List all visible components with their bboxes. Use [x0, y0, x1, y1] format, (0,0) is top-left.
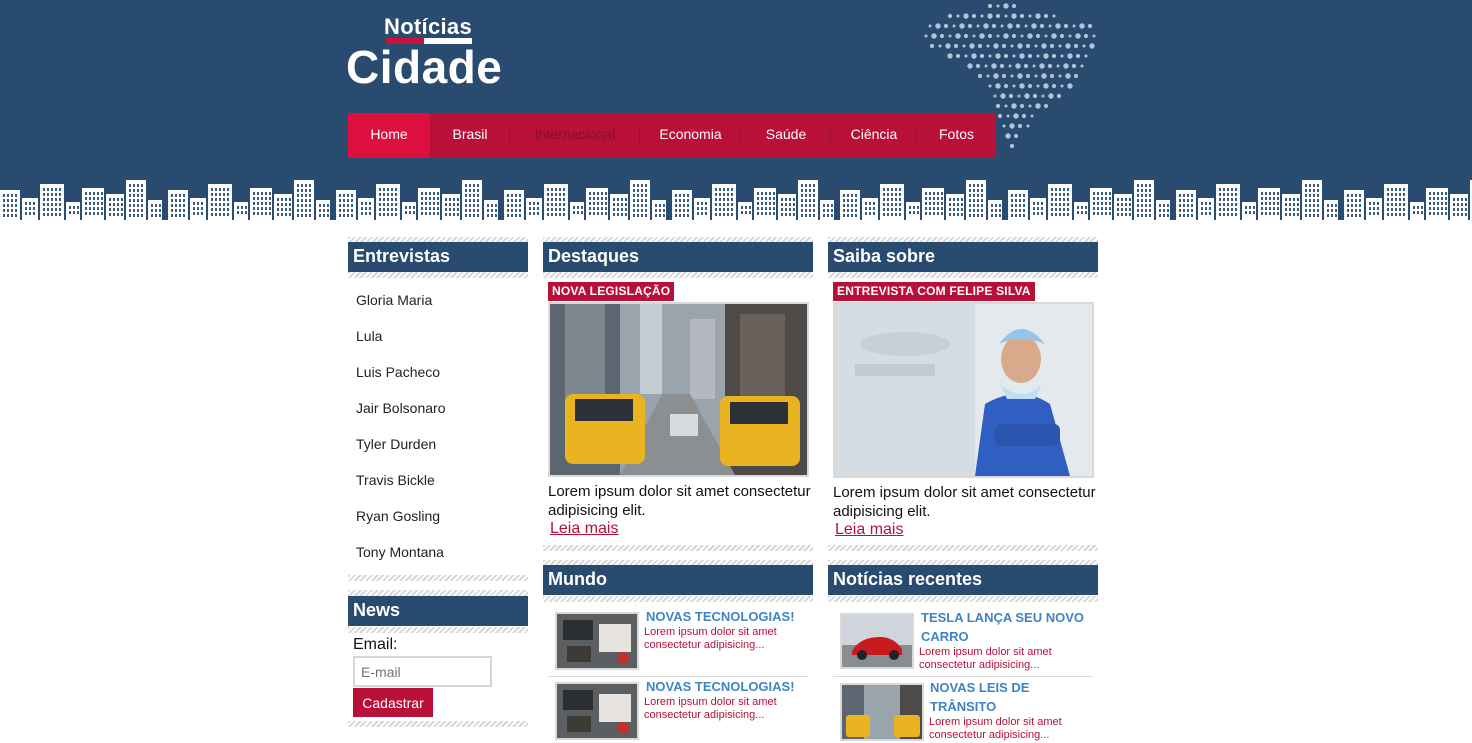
email-label: Email:	[353, 636, 398, 653]
nav-ciencia[interactable]: Ciência	[831, 113, 917, 158]
stripe-divider	[348, 575, 528, 581]
mundo-heading: Mundo	[543, 565, 813, 595]
nav-saude[interactable]: Saúde	[741, 113, 831, 158]
stripe-divider	[828, 596, 1098, 602]
desk-gadgets-illustration	[557, 614, 637, 668]
nav-saude-label: Saúde	[765, 126, 807, 142]
nav-fotos-label: Fotos	[938, 126, 974, 142]
stripe-divider	[348, 272, 528, 278]
entrevista-link-3[interactable]: Jair Bolsonaro	[356, 400, 446, 416]
logo-title-top: Notícias	[384, 14, 472, 39]
recentes-thumb-0[interactable]	[840, 613, 914, 669]
city-skyline-icon	[0, 180, 1472, 225]
stripe-divider	[543, 545, 813, 551]
saiba-excerpt: Lorem ipsum dolor sit amet consectetur a…	[833, 484, 1096, 520]
recentes-item-text-0: Lorem ipsum dolor sit amet consectetur a…	[919, 646, 1052, 671]
logo-title-main[interactable]: Cidade	[346, 40, 502, 94]
stripe-divider	[543, 272, 813, 278]
entrevista-link-5[interactable]: Travis Bickle	[356, 472, 435, 488]
recentes-item-title-1[interactable]: NOVAS LEIS DE TRÂNSITO	[930, 678, 1090, 716]
entrevista-link-7[interactable]: Tony Montana	[356, 544, 444, 560]
news-heading: News	[348, 596, 528, 626]
list-divider	[833, 676, 1093, 677]
surgeon-illustration	[835, 304, 1092, 476]
destaques-read-more-link[interactable]: Leia mais	[550, 520, 618, 538]
email-field[interactable]	[353, 656, 492, 687]
surgeon-photo[interactable]	[833, 302, 1094, 478]
recentes-item-text-1: Lorem ipsum dolor sit amet consectetur a…	[929, 716, 1062, 741]
recentes-item-title-0[interactable]: TESLA LANÇA SEU NOVO CARRO	[921, 608, 1091, 646]
nav-ciencia-label: Ciência	[850, 126, 898, 142]
nav-economia-label: Economia	[659, 126, 722, 142]
stripe-divider	[828, 545, 1098, 551]
nav-brasil[interactable]: Brasil	[430, 113, 510, 158]
nav-internacional-label: Internacional	[534, 126, 616, 142]
entrevista-link-0[interactable]: Gloria Maria	[356, 292, 432, 308]
taxi-street-photo[interactable]	[548, 302, 809, 477]
entrevista-link-2[interactable]: Luis Pacheco	[356, 364, 440, 380]
nav-economia[interactable]: Economia	[640, 113, 741, 158]
mundo-item-text-1: Lorem ipsum dolor sit amet consectetur a…	[644, 696, 777, 721]
destaques-heading: Destaques	[543, 242, 813, 272]
taxi-street-illustration	[842, 685, 922, 739]
mundo-item-text-0: Lorem ipsum dolor sit amet consectetur a…	[644, 626, 777, 651]
entrevista-link-1[interactable]: Lula	[356, 328, 382, 344]
destaques-tag: NOVA LEGISLAÇÃO	[548, 282, 675, 301]
stripe-divider	[348, 721, 528, 727]
nav-fotos[interactable]: Fotos	[917, 113, 996, 158]
mundo-thumb-1[interactable]	[555, 682, 639, 740]
nav-home-label: Home	[370, 126, 408, 142]
stripe-divider	[828, 272, 1098, 278]
red-car-illustration	[842, 615, 912, 667]
site-header: Notícias Cidade Home Brasil Internaciona…	[0, 0, 1472, 225]
mundo-thumb-0[interactable]	[555, 612, 639, 670]
nav-internacional[interactable]: Internacional	[510, 113, 640, 158]
cadastrar-button[interactable]: Cadastrar	[353, 688, 433, 717]
destaques-excerpt: Lorem ipsum dolor sit amet consectetur a…	[548, 483, 811, 519]
mundo-item-title-1[interactable]: NOVAS TECNOLOGIAS!	[646, 677, 795, 696]
main-navigation: Home Brasil Internacional Economia Saúde…	[348, 113, 996, 158]
entrevistas-heading: Entrevistas	[348, 242, 528, 272]
saiba-heading: Saiba sobre	[828, 242, 1098, 272]
stripe-divider	[348, 627, 528, 633]
mundo-item-title-0[interactable]: NOVAS TECNOLOGIAS!	[646, 607, 795, 626]
nav-brasil-label: Brasil	[452, 126, 488, 142]
saiba-tag: ENTREVISTA COM FELIPE SILVA	[833, 282, 1035, 301]
recentes-thumb-1[interactable]	[840, 683, 924, 741]
desk-gadgets-illustration	[557, 684, 637, 738]
nav-home[interactable]: Home	[348, 113, 430, 158]
recentes-heading: Notícias recentes	[828, 565, 1098, 595]
entrevista-link-4[interactable]: Tyler Durden	[356, 436, 436, 452]
taxi-street-illustration	[550, 304, 807, 475]
stripe-divider	[543, 596, 813, 602]
saiba-read-more-link[interactable]: Leia mais	[835, 521, 903, 539]
entrevista-link-6[interactable]: Ryan Gosling	[356, 508, 440, 524]
